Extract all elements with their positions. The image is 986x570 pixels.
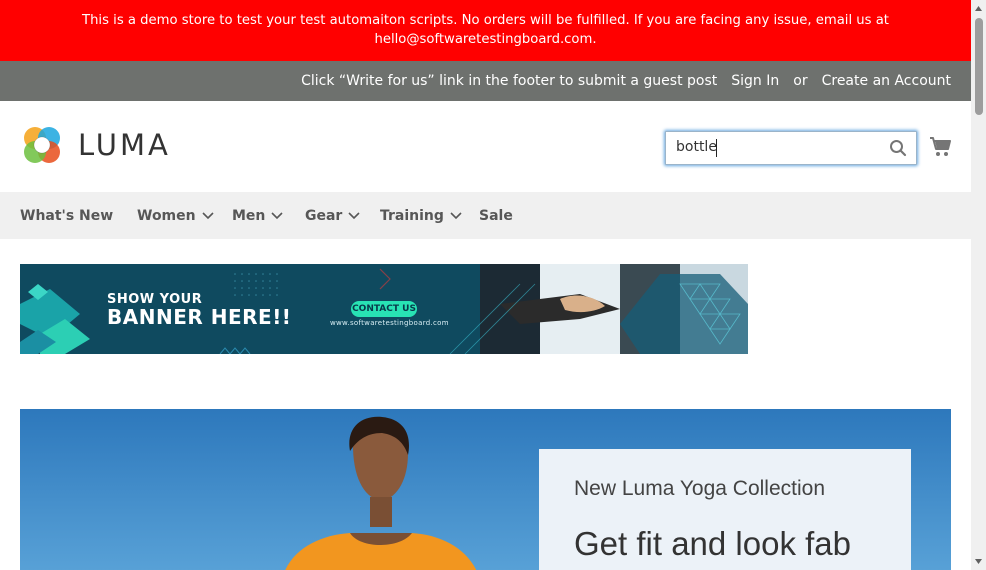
or-separator: or xyxy=(793,73,808,89)
sign-in-link[interactable]: Sign In xyxy=(731,61,779,101)
page-scrollbar[interactable] xyxy=(971,0,986,570)
luma-logo-icon xyxy=(24,127,60,163)
hero-banner[interactable]: New Luma Yoga Collection Get fit and loo… xyxy=(20,409,951,570)
header-panel: Click “Write for us” link in the footer … xyxy=(0,61,971,101)
promo-banner[interactable]: SHOW YOUR BANNER HERE!! CONTACT US www.s… xyxy=(20,264,748,354)
nav-item-whats-new[interactable]: What's New xyxy=(20,192,137,239)
search-box[interactable] xyxy=(665,131,917,165)
nav-item-gear[interactable]: Gear xyxy=(305,192,380,239)
nav-item-sale[interactable]: Sale xyxy=(479,192,513,239)
nav-item-training[interactable]: Training xyxy=(380,192,479,239)
nav-label: Gear xyxy=(305,207,343,224)
search-icon xyxy=(890,140,907,157)
header-links: Click “Write for us” link in the footer … xyxy=(287,61,951,101)
logo-link[interactable]: LUMA xyxy=(20,123,171,167)
search-input[interactable] xyxy=(666,132,886,162)
create-account-link[interactable]: Create an Account xyxy=(822,61,951,101)
banner-line2: BANNER HERE!! xyxy=(107,305,292,329)
main-navigation: What's New Women Men Gear Training Sale xyxy=(0,192,971,239)
nav-label: What's New xyxy=(20,207,114,224)
hero-title: Get fit and look fab xyxy=(574,525,852,562)
write-for-us-text: Click “Write for us” link in the footer … xyxy=(301,73,718,89)
contact-us-button[interactable]: CONTACT US xyxy=(351,301,417,317)
demo-notice-text: This is a demo store to test your test a… xyxy=(82,13,889,28)
logo-text: LUMA xyxy=(78,128,171,162)
hero-text-box: New Luma Yoga Collection Get fit and loo… xyxy=(539,449,911,570)
nav-label: Men xyxy=(232,207,266,224)
demo-notice-bar: This is a demo store to test your test a… xyxy=(0,0,971,61)
nav-label: Sale xyxy=(479,207,513,224)
banner-url: www.softwaretestingboard.com xyxy=(330,319,449,327)
scroll-up-arrow-icon[interactable] xyxy=(974,4,983,13)
chevron-down-icon xyxy=(348,211,360,219)
text-caret xyxy=(716,139,717,157)
page: This is a demo store to test your test a… xyxy=(0,0,971,570)
search-button[interactable] xyxy=(889,139,907,157)
chevron-down-icon xyxy=(271,211,283,219)
nav-item-women[interactable]: Women xyxy=(137,192,232,239)
nav-item-men[interactable]: Men xyxy=(232,192,305,239)
scroll-down-arrow-icon[interactable] xyxy=(974,557,983,566)
header-main: LUMA xyxy=(0,101,971,192)
chevron-down-icon xyxy=(450,211,462,219)
cart-icon xyxy=(930,137,951,156)
scrollbar-thumb[interactable] xyxy=(975,18,983,115)
minicart-button[interactable] xyxy=(929,135,953,159)
nav-label: Training xyxy=(380,207,444,224)
hero-subtitle: New Luma Yoga Collection xyxy=(574,477,825,500)
chevron-down-icon xyxy=(202,211,214,219)
demo-notice-email: hello@softwaretestingboard.com. xyxy=(374,32,597,47)
nav-label: Women xyxy=(137,207,196,224)
